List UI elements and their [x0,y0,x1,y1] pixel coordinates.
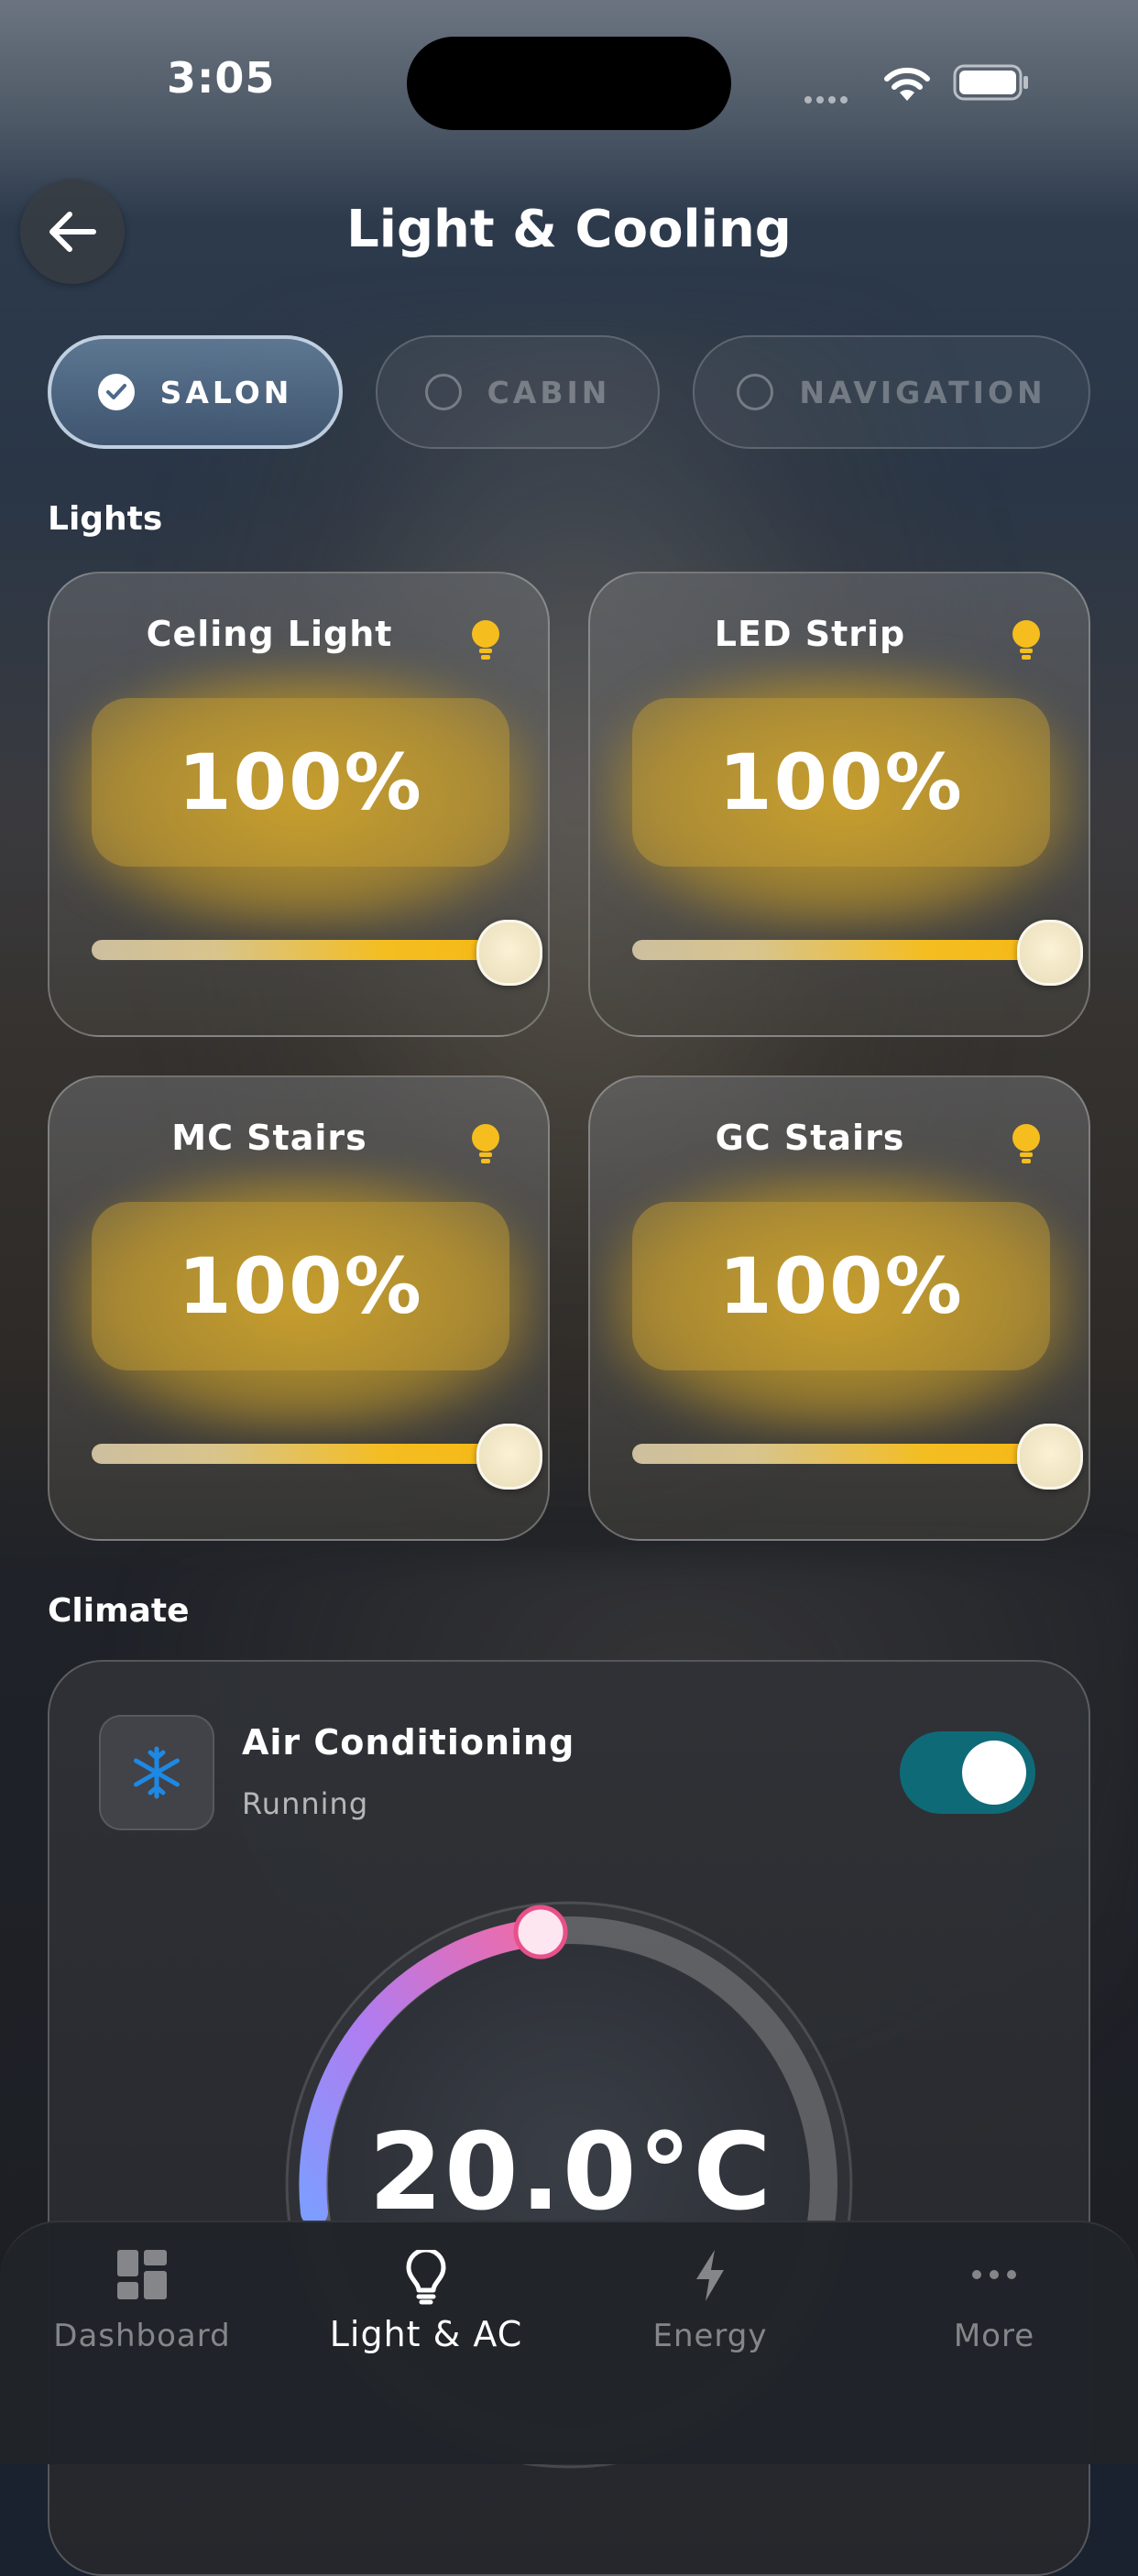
ac-status: Running [242,1786,369,1821]
tab-label: Light & AC [329,2314,523,2354]
tab-salon[interactable]: SALON [48,335,343,449]
radio-circle-icon [737,374,774,410]
tab-energy[interactable]: Energy [568,2222,852,2406]
tab-label: CABIN [487,374,611,410]
light-card-led-strip[interactable]: LED Strip 100% [588,572,1090,1037]
dynamic-island [407,37,731,130]
light-card-ceiling[interactable]: Celing Light 100% [48,572,550,1037]
lightbulb-icon [1012,620,1040,660]
lightbulb-icon [406,2250,446,2305]
brightness-slider-track[interactable] [632,940,1054,960]
signal-icon [804,90,865,104]
check-circle-icon [97,374,135,410]
brightness-slider-thumb[interactable] [1017,920,1083,986]
tab-label: Energy [652,2318,768,2354]
snowflake-icon [134,1746,180,1799]
tab-label: NAVIGATION [799,374,1046,410]
temperature-value: 20.0°C [368,2111,773,2234]
page-title: Light & Cooling [346,200,792,259]
lightbulb-icon [1012,1124,1040,1163]
tab-cabin[interactable]: CABIN [376,335,660,449]
brightness-slider-track[interactable] [92,940,513,960]
light-name: GC Stairs [715,1118,905,1158]
lightbulb-icon [472,620,499,660]
brightness-slider-thumb[interactable] [476,1424,542,1490]
light-name: Celing Light [146,614,393,654]
brightness-slider-track[interactable] [92,1444,513,1464]
brightness-value: 100% [92,1202,509,1370]
brightness-slider-thumb[interactable] [1017,1424,1083,1490]
more-icon [972,2270,1016,2279]
light-name: LED Strip [714,614,906,654]
temperature-dial-thumb [513,1905,568,1959]
brightness-slider-track[interactable] [632,1444,1054,1464]
ac-power-toggle[interactable] [900,1731,1035,1814]
tab-more[interactable]: More [852,2222,1136,2406]
tab-light-ac[interactable]: Light & AC [284,2222,568,2406]
lightbulb-icon [472,1124,499,1163]
bolt-icon [696,2250,724,2301]
radio-circle-icon [424,374,462,410]
climate-section-title: Climate [48,1592,190,1630]
light-card-gc-stairs[interactable]: GC Stairs 100% [588,1075,1090,1541]
tab-label: More [953,2318,1035,2354]
bottom-tab-bar: Dashboard Light & AC Energy More [0,2221,1138,2464]
tab-label: SALON [159,374,293,410]
tab-navigation[interactable]: NAVIGATION [693,335,1090,449]
wifi-icon [881,64,933,103]
ac-title: Air Conditioning [242,1722,575,1763]
tab-dashboard[interactable]: Dashboard [0,2222,284,2406]
brightness-value: 100% [632,698,1050,867]
light-name: MC Stairs [171,1118,367,1158]
tab-label: Dashboard [53,2318,231,2354]
status-time: 3:05 [167,53,276,103]
battery-icon [953,64,1030,101]
toggle-knob [962,1741,1026,1805]
snowflake-icon-box [99,1715,214,1830]
brightness-slider-thumb[interactable] [476,920,542,986]
brightness-value: 100% [92,698,509,867]
lights-section-title: Lights [48,500,163,538]
dashboard-icon [117,2250,167,2299]
brightness-value: 100% [632,1202,1050,1370]
light-card-mc-stairs[interactable]: MC Stairs 100% [48,1075,550,1541]
